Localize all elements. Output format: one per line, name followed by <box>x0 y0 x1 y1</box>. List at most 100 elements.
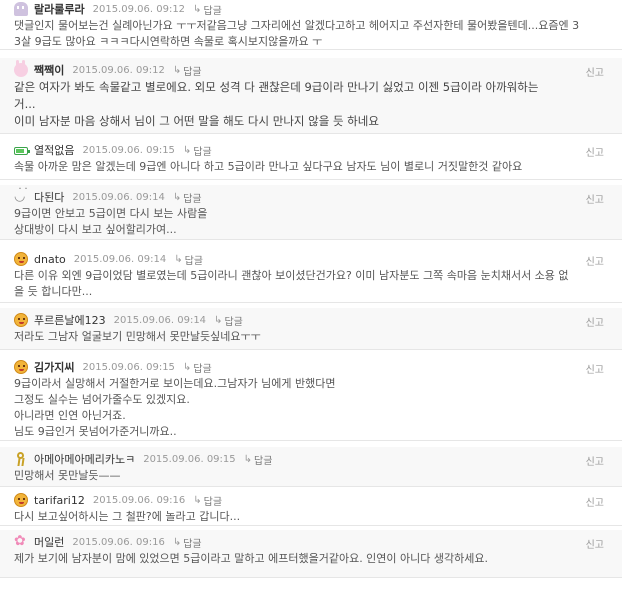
comment-line: 상대방이 다시 보고 싶어할리가여... <box>14 223 177 236</box>
reply-label: 답글 <box>183 538 202 550</box>
comment-date: 2015.09.06. 09:14 <box>73 253 167 265</box>
reply-button[interactable]: ↳ 답글 <box>214 313 243 328</box>
comment-nickname[interactable]: 랄라룰루라 <box>34 1 85 17</box>
reply-button[interactable]: ↳ 답글 <box>193 493 222 508</box>
report-button[interactable]: 신고 <box>586 64 604 79</box>
comment-line: 거... <box>14 97 36 111</box>
comment-date: 2015.09.06. 09:12 <box>92 3 186 15</box>
comment-line: 댓글인지 물어보는건 실례아닌가요 ㅜㅜ저같음그냥 그자리에선 알겠다고하고 헤… <box>14 19 580 32</box>
report-button[interactable]: 신고 <box>586 144 604 159</box>
comment-line: 제가 보기에 남자분이 맘에 있었으면 5급이라고 말하고 에프터했을거같아요.… <box>14 552 488 565</box>
reply-arrow-icon: ↳ <box>174 253 183 265</box>
comment-line: 을 듯 합니다만... <box>14 285 93 298</box>
comment-date: 2015.09.06. 09:16 <box>72 536 165 548</box>
ghost-icon <box>14 2 28 16</box>
reply-label: 답글 <box>203 5 222 17</box>
reply-label: 답글 <box>254 455 273 467</box>
comment-nickname[interactable]: 열적없음 <box>34 142 74 158</box>
comment-date: 2015.09.06. 09:14 <box>72 191 165 203</box>
comment-line: 다시 보고싶어하시는 그 철판?에 놀라고 갑니다... <box>14 510 241 523</box>
report-button[interactable]: 신고 <box>586 361 604 376</box>
reply-arrow-icon: ↳ <box>214 314 223 326</box>
comment-date: 2015.09.06. 09:15 <box>82 361 175 373</box>
comment-line: 이미 남자분 마음 상해서 님이 그 어떤 말을 해도 다시 만나지 않을 듯 … <box>14 114 379 128</box>
reply-button[interactable]: ↳ 답글 <box>244 452 273 467</box>
comment-line: 아니라면 인연 아닌거죠. <box>14 409 126 422</box>
comment-line: 다른 이유 외엔 9급이었담 별로였는데 5급이라니 괜찮아 보이셨단건가요? … <box>14 269 569 282</box>
comment-body: 다시 보고싶어하시는 그 철판?에 놀라고 갑니다... <box>14 509 612 525</box>
comment-date: 2015.09.06. 09:12 <box>72 64 165 76</box>
reply-arrow-icon: ↳ <box>193 3 202 15</box>
comment-list: 랄라룰루라 2015.09.06. 09:12 ↳ 답글 댓글인지 물어보는건 실… <box>0 0 640 591</box>
comment-nickname[interactable]: 아메아메아메리카노ㅋ <box>34 451 135 467</box>
comment-body: 민망해서 못만날듯—— <box>14 468 612 484</box>
comment-line: 속물 아까운 맘은 알겠는데 9급엔 아니다 하고 5급이라 만나고 싶다구요 … <box>14 160 523 173</box>
bunny-icon <box>14 60 28 77</box>
reply-arrow-icon: ↳ <box>193 494 202 506</box>
reply-arrow-icon: ↳ <box>243 453 253 465</box>
comment-item: 열적없음 2015.09.06. 09:15 ↳ 답글 신고 속물 아까운 맘은 … <box>0 138 622 180</box>
reply-label: 답글 <box>184 255 203 267</box>
comment-nickname[interactable]: dnato <box>34 253 66 266</box>
face-icon <box>14 360 28 374</box>
reply-button[interactable]: ↳ 답글 <box>193 2 222 17</box>
reply-button[interactable]: ↳ 답글 <box>183 360 212 375</box>
comment-line: 같은 여자가 봐도 속물같고 별로에요. 외모 성격 다 괜찮은데 9급이라 만… <box>14 80 539 94</box>
report-button[interactable]: 신고 <box>586 536 604 551</box>
reply-arrow-icon: ↳ <box>182 361 192 373</box>
reply-label: 답글 <box>203 496 223 508</box>
comment-item: 머일런 2015.09.06. 09:16 ↳답글 신고 제가 보기에 남자분이… <box>0 530 622 578</box>
reply-label: 답글 <box>224 316 243 328</box>
reply-button[interactable]: ↳ 답글 <box>183 143 212 158</box>
comment-item: 다된다 2015.09.06. 09:14 ↳답글 신고 9급이면 안보고 5급… <box>0 185 622 240</box>
reply-button[interactable]: ↳ 답글 <box>173 190 202 205</box>
report-button[interactable]: 신고 <box>586 453 604 468</box>
reply-arrow-icon: ↳ <box>172 191 182 203</box>
reply-arrow-icon: ↳ <box>172 64 182 76</box>
comment-item: tarifari12 2015.09.06. 09:16 ↳ 답글 신고 다시 보… <box>0 488 622 526</box>
report-button[interactable]: 신고 <box>586 191 604 206</box>
reply-button[interactable]: ↳ 답글 <box>173 535 202 550</box>
face-icon <box>14 493 28 507</box>
comment-date: 2015.09.06. 09:15 <box>82 144 175 156</box>
comment-item: 짹짹이 2015.09.06. 09:12 ↳ 답글 신고 같은 여자가 봐도 속… <box>0 58 622 134</box>
reply-button[interactable]: ↳ 답글 <box>173 63 202 78</box>
comment-item: 아메아메아메리카노ㅋ 2015.09.06. 09:15 ↳ 답글 신고 민망해서… <box>0 447 622 487</box>
face-icon <box>14 252 28 266</box>
comment-body: 9급이라서 실망해서 거절한거로 보이는데요.그남자가 님에게 반했다면 그정도… <box>14 376 612 440</box>
comment-item: 랄라룰루라 2015.09.06. 09:12 ↳ 답글 댓글인지 물어보는건 실… <box>0 0 622 50</box>
comment-nickname[interactable]: 푸르른날에123 <box>34 312 106 328</box>
comment-line: 민망해서 못만날듯—— <box>14 469 121 482</box>
comment-line: 님도 9급인거 못넘어가준거니까요.. <box>14 425 177 438</box>
comment-body: 속물 아까운 맘은 알겠는데 9급엔 아니다 하고 5급이라 만나고 싶다구요 … <box>14 159 612 175</box>
comment-body: 같은 여자가 봐도 속물같고 별로에요. 외모 성격 다 괜찮은데 9급이라 만… <box>14 79 612 130</box>
reply-label: 답글 <box>193 146 212 158</box>
comment-nickname[interactable]: tarifari12 <box>34 494 85 507</box>
flower-icon <box>14 534 28 549</box>
comment-line: 저라도 그남자 얼굴보기 민망해서 못만날듯싶네요ㅜㅜ <box>14 330 261 343</box>
comment-item: 김가지씨 2015.09.06. 09:15 ↳ 답글 신고 9급이라서 실망해서… <box>0 355 622 441</box>
comment-body: 9급이면 안보고 5급이면 다시 보는 사람을 상대방이 다시 보고 싶어할리가… <box>14 206 612 238</box>
report-button[interactable]: 신고 <box>586 494 604 509</box>
battery-icon <box>14 147 30 155</box>
comment-item: 푸르른날에123 2015.09.06. 09:14 ↳ 답글 신고 저라도 그남… <box>0 308 622 350</box>
comment-nickname[interactable]: 김가지씨 <box>34 359 74 375</box>
reply-button[interactable]: ↳ 답글 <box>174 252 203 267</box>
comment-date: 2015.09.06. 09:16 <box>92 494 186 506</box>
report-button[interactable]: 신고 <box>586 253 604 268</box>
report-button[interactable]: 신고 <box>586 314 604 329</box>
comment-nickname[interactable]: 머일런 <box>34 534 64 550</box>
reply-label: 답글 <box>193 363 212 375</box>
reply-label: 답글 <box>183 66 202 78</box>
smile-icon <box>14 186 29 204</box>
comment-body: 제가 보기에 남자분이 맘에 있었으면 5급이라고 말하고 에프터했을거같아요.… <box>14 551 612 567</box>
comment-date: 2015.09.06. 09:15 <box>143 453 236 465</box>
comment-line: 3살 9급도 많아요 ㅋㅋㅋ다시연락하면 속물로 혹시보지않을까요 ㅜ <box>14 35 323 48</box>
reply-arrow-icon: ↳ <box>172 536 182 548</box>
comment-body: 다른 이유 외엔 9급이었담 별로였는데 5급이라니 괜찮아 보이셨단건가요? … <box>14 268 612 300</box>
comment-nickname[interactable]: 짹짹이 <box>34 62 64 78</box>
comment-line: 그정도 실수는 넘어가줄수도 있겠지요. <box>14 393 190 406</box>
comment-item: dnato 2015.09.06. 09:14 ↳ 답글 신고 다른 이유 외엔 … <box>0 247 622 303</box>
comment-nickname[interactable]: 다된다 <box>34 189 64 205</box>
comment-body: 댓글인지 물어보는건 실례아닌가요 ㅜㅜ저같음그냥 그자리에선 알겠다고하고 헤… <box>14 18 612 50</box>
